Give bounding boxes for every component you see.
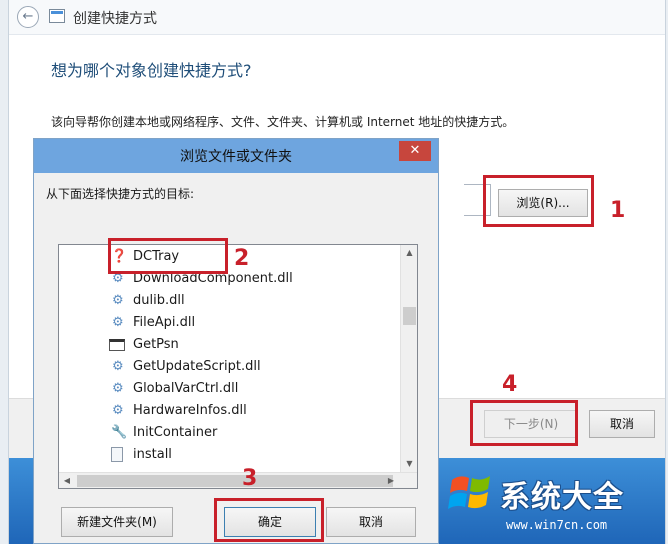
scroll-right-icon[interactable]: ▶ bbox=[383, 473, 399, 488]
list-item-label: HardwareInfos.dll bbox=[133, 403, 247, 418]
list-item[interactable]: GetPsn bbox=[109, 335, 179, 355]
annotation-2: 2 bbox=[234, 246, 250, 271]
list-item-label: GetPsn bbox=[133, 337, 179, 352]
annotation-4: 4 bbox=[502, 372, 518, 397]
list-item-label: InitContainer bbox=[133, 425, 218, 440]
list-item-label: GetUpdateScript.dll bbox=[133, 359, 261, 374]
close-icon[interactable]: ✕ bbox=[399, 141, 431, 161]
highlight-browse bbox=[483, 175, 594, 227]
app-icon: 🔧 bbox=[111, 425, 128, 440]
scroll-left-icon[interactable]: ◀ bbox=[59, 473, 75, 488]
dialog-prompt: 从下面选择快捷方式的目标: bbox=[46, 187, 195, 201]
list-item-label: install bbox=[133, 447, 172, 462]
highlight-ok bbox=[214, 498, 324, 542]
wizard-description: 该向导帮你创建本地或网络程序、文件、文件夹、计算机或 Internet 地址的快… bbox=[51, 115, 515, 129]
wizard-heading: 想为哪个对象创建快捷方式? bbox=[51, 61, 252, 80]
new-folder-button[interactable]: 新建文件夹(M) bbox=[61, 507, 173, 537]
browse-dialog: 浏览文件或文件夹 ✕ 从下面选择快捷方式的目标: ❓ DCTray ⚙ Down… bbox=[33, 138, 439, 544]
list-item-label: GlobalVarCtrl.dll bbox=[133, 381, 239, 396]
wizard-cancel-button[interactable]: 取消 bbox=[589, 410, 655, 438]
annotation-3: 3 bbox=[242, 466, 258, 491]
list-item[interactable]: install bbox=[111, 445, 172, 465]
list-item[interactable]: ⚙ dulib.dll bbox=[112, 291, 185, 311]
list-item[interactable]: ⚙ GetUpdateScript.dll bbox=[112, 357, 261, 377]
dialog-cancel-button[interactable]: 取消 bbox=[326, 507, 416, 537]
dll-file-icon: ⚙ bbox=[112, 359, 124, 374]
dialog-titlebar: 浏览文件或文件夹 ✕ bbox=[34, 139, 438, 173]
list-item[interactable]: ⚙ GlobalVarCtrl.dll bbox=[112, 379, 239, 399]
shortcut-wizard-icon bbox=[49, 9, 65, 23]
dialog-title: 浏览文件或文件夹 bbox=[180, 149, 292, 165]
dll-file-icon: ⚙ bbox=[112, 403, 124, 418]
annotation-1: 1 bbox=[610, 198, 626, 223]
list-item[interactable]: ⚙ HardwareInfos.dll bbox=[112, 401, 247, 421]
vertical-scroll-thumb[interactable] bbox=[403, 307, 416, 325]
list-item[interactable]: ⚙ FileApi.dll bbox=[112, 313, 196, 333]
list-item-label: dulib.dll bbox=[133, 293, 185, 308]
window-icon bbox=[109, 339, 125, 351]
highlight-dctray bbox=[108, 238, 228, 274]
dll-file-icon: ⚙ bbox=[112, 381, 124, 396]
list-item[interactable]: 🔧 InitContainer bbox=[111, 423, 218, 443]
watermark-text: 系统大全 bbox=[500, 480, 624, 515]
horizontal-scrollbar[interactable]: ◀ ▶ bbox=[59, 472, 417, 488]
dll-file-icon: ⚙ bbox=[112, 293, 124, 308]
vertical-scrollbar[interactable]: ▲ ▼ bbox=[400, 245, 417, 472]
wizard-titlebar: ← 创建快捷方式 bbox=[9, 0, 665, 35]
scroll-down-icon[interactable]: ▼ bbox=[401, 456, 417, 472]
file-tree[interactable]: ❓ DCTray ⚙ DownloadComponent.dll ⚙ dulib… bbox=[58, 244, 418, 489]
site-watermark: 系统大全 www.win7cn.com bbox=[448, 466, 660, 540]
file-icon bbox=[111, 447, 123, 462]
highlight-next bbox=[470, 400, 578, 446]
horizontal-scroll-thumb[interactable] bbox=[77, 475, 393, 487]
scroll-up-icon[interactable]: ▲ bbox=[401, 245, 417, 261]
watermark-url: www.win7cn.com bbox=[506, 518, 608, 532]
wizard-title: 创建快捷方式 bbox=[73, 11, 157, 27]
back-arrow-icon[interactable]: ← bbox=[17, 6, 39, 28]
dll-file-icon: ⚙ bbox=[112, 315, 124, 330]
list-item-label: FileApi.dll bbox=[133, 315, 196, 330]
windows-flag-icon bbox=[448, 476, 490, 509]
